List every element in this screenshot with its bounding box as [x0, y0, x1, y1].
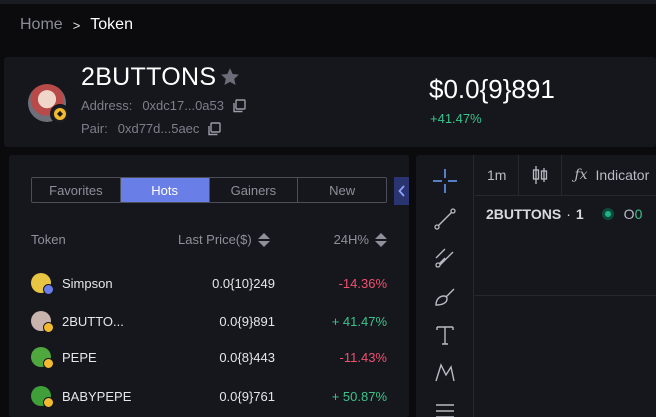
legend-symbol: 2BUTTONS: [486, 206, 562, 222]
sort-icon: [257, 232, 270, 247]
list-tabs: Favorites Hots Gainers New: [31, 177, 387, 203]
pane-divider: [475, 295, 656, 296]
token-price: $0.0{9}891: [429, 74, 555, 104]
bsc-chain-icon: [43, 397, 54, 408]
token-list-panel: Favorites Hots Gainers New Token Last Pr…: [9, 155, 409, 417]
bsc-chain-icon: [43, 322, 54, 333]
tab-hots[interactable]: Hots: [120, 178, 210, 202]
address-label: Address:: [81, 98, 133, 113]
column-last-price-label: Last Price($): [178, 232, 252, 247]
row-change: + 50.87%: [331, 389, 387, 404]
token-header: ◆ 2BUTTONS Address: 0xdc17...0a53 Pair: …: [4, 57, 656, 147]
pitchfork-tool[interactable]: [432, 245, 458, 271]
breadcrumb-current: Token: [90, 16, 133, 33]
trend-line-icon: [434, 208, 456, 230]
address-value: 0xdc17...0a53: [142, 98, 224, 113]
bsc-chain-icon: ◆: [50, 104, 70, 124]
row-token-name: 2BUTTO...: [62, 314, 124, 329]
pitchfork-icon: [435, 248, 454, 268]
brush-tool[interactable]: [432, 284, 458, 310]
column-24h-label: 24H%: [333, 232, 369, 247]
chevron-left-icon: [397, 185, 405, 197]
brush-icon: [435, 288, 455, 306]
legend-interval: 1: [575, 206, 584, 222]
row-price: 0.0{10}249: [212, 276, 275, 291]
indicators-button[interactable]: ƒx Indicator: [562, 155, 656, 196]
pair-row: Pair: 0xd77d...5aec: [81, 121, 222, 136]
chain-badge-icon: [43, 284, 54, 295]
breadcrumb-separator: >: [72, 18, 81, 33]
row-price: 0.0{9}891: [219, 314, 275, 329]
pattern-icon: [435, 363, 455, 382]
drawing-toolbar: [416, 155, 474, 417]
row-change: + 41.47%: [331, 314, 387, 329]
crosshair-tool[interactable]: [432, 168, 458, 194]
token-change: +41.47%: [430, 111, 482, 126]
top-bar: [0, 0, 656, 4]
column-token: Token: [31, 232, 66, 247]
chart-panel: 1m ƒx Indicator 2BUTTONS · 1 O 0: [416, 155, 656, 417]
pattern-tool[interactable]: [432, 360, 458, 386]
legend-separator: ·: [566, 206, 571, 222]
crosshair-icon: [433, 169, 457, 193]
token-name: 2BUTTONS: [81, 63, 217, 91]
pair-value: 0xd77d...5aec: [117, 121, 200, 136]
tab-new[interactable]: New: [298, 178, 386, 202]
candle-type-button[interactable]: [519, 155, 563, 196]
text-tool[interactable]: [432, 322, 458, 348]
tab-gainers[interactable]: Gainers: [210, 178, 299, 202]
legend-open-value: 0: [634, 206, 643, 222]
pair-label: Pair:: [81, 121, 108, 136]
row-price: 0.0{8}443: [219, 350, 275, 365]
bsc-chain-icon: [43, 358, 54, 369]
copy-address-icon[interactable]: [232, 98, 246, 113]
sort-icon: [375, 232, 387, 247]
table-row[interactable]: PEPE 0.0{8}443 -11.43%: [31, 346, 387, 370]
function-icon: ƒx: [574, 167, 588, 183]
breadcrumb-home-link[interactable]: Home: [20, 16, 63, 34]
copy-pair-icon[interactable]: [207, 121, 222, 136]
favorite-star-icon[interactable]: [219, 66, 241, 88]
trend-line-tool[interactable]: [432, 206, 458, 232]
measure-icon: [436, 404, 454, 417]
tab-favorites[interactable]: Favorites: [32, 178, 121, 202]
indicators-label: Indicator: [595, 167, 650, 183]
interval-button[interactable]: 1m: [475, 155, 520, 196]
address-row: Address: 0xdc17...0a53: [81, 98, 246, 113]
market-status-icon: [601, 208, 614, 220]
column-24h[interactable]: 24H%: [334, 232, 387, 247]
row-token-name: Simpson: [62, 276, 113, 291]
breadcrumb: Home > Token: [20, 16, 133, 34]
table-row[interactable]: 2BUTTO... 0.0{9}891 + 41.47%: [31, 310, 387, 334]
text-icon: [436, 326, 454, 345]
row-token-name: PEPE: [62, 350, 97, 365]
collapse-panel-button[interactable]: [394, 177, 409, 205]
chart-legend: 2BUTTONS · 1 O 0: [486, 206, 642, 222]
candlestick-icon: [533, 166, 548, 184]
table-row[interactable]: BABYPEPE 0.0{9}761 + 50.87%: [31, 385, 387, 409]
table-row[interactable]: Simpson 0.0{10}249 -14.36%: [31, 272, 387, 296]
row-change: -14.36%: [338, 276, 387, 291]
column-last-price[interactable]: Last Price($): [178, 232, 270, 247]
row-change: -11.43%: [339, 350, 387, 365]
row-token-name: BABYPEPE: [62, 389, 132, 404]
row-price: 0.0{9}761: [219, 389, 275, 404]
legend-open-prefix: O: [623, 206, 635, 222]
chart-toolbar: 1m ƒx Indicator: [475, 155, 656, 196]
measure-tool[interactable]: [432, 398, 458, 417]
